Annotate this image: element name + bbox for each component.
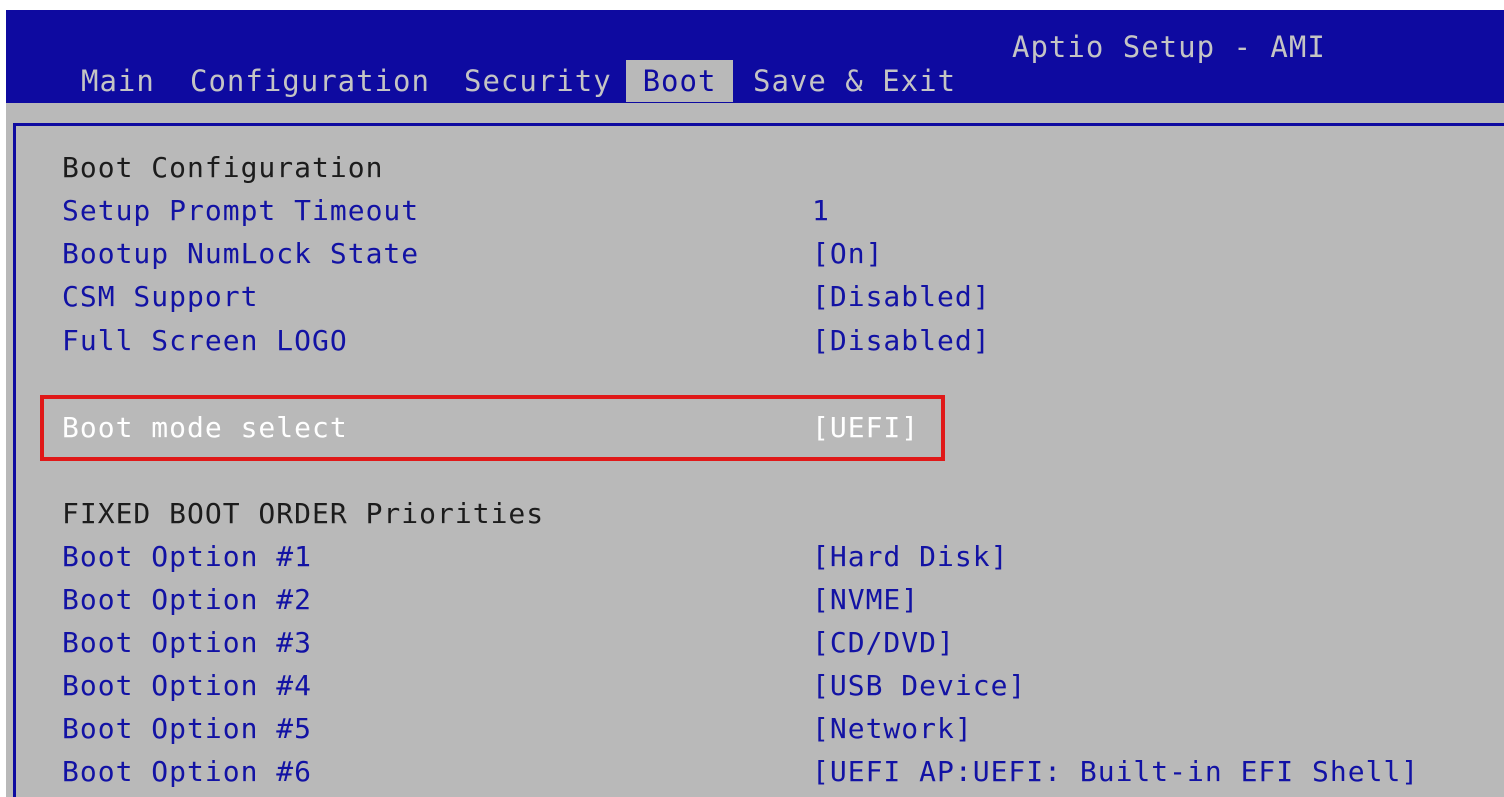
boot-option-1-item[interactable]: Boot Option #1 [Hard Disk] xyxy=(62,537,1462,577)
item-label: Boot Option #2 xyxy=(62,583,313,616)
item-label: CSM Support xyxy=(62,280,259,313)
item-label: Boot Option #4 xyxy=(62,669,313,702)
item-value: [Hard Disk] xyxy=(812,540,1009,573)
boot-option-5-item[interactable]: Boot Option #5 [Network] xyxy=(62,709,1462,749)
item-value: 1 xyxy=(812,194,830,227)
tab-save-exit[interactable]: Save & Exit xyxy=(753,60,956,102)
item-label: Boot Option #6 xyxy=(62,755,313,788)
item-label: Full Screen LOGO xyxy=(62,324,348,357)
tab-main[interactable]: Main xyxy=(81,60,155,102)
boot-option-2-item[interactable]: Boot Option #2 [NVME] xyxy=(62,580,1462,620)
item-value: [Disabled] xyxy=(812,280,991,313)
item-value: [Network] xyxy=(812,712,973,745)
item-label: Boot Option #1 xyxy=(62,540,313,573)
boot-configuration-heading: Boot Configuration xyxy=(62,148,1462,188)
fixed-boot-order-heading: FIXED BOOT ORDER Priorities xyxy=(62,494,1462,534)
app-title: Aptio Setup - AMI xyxy=(1012,30,1326,64)
tab-boot[interactable]: Boot xyxy=(626,60,733,102)
section-title: FIXED BOOT ORDER Priorities xyxy=(62,497,545,530)
section-title: Boot Configuration xyxy=(62,151,384,184)
item-value: [NVME] xyxy=(812,583,920,616)
tab-configuration[interactable]: Configuration xyxy=(190,60,430,102)
tab-security[interactable]: Security xyxy=(464,60,612,102)
csm-support-item[interactable]: CSM Support [Disabled] xyxy=(62,277,1462,317)
item-value: [USB Device] xyxy=(812,669,1027,702)
boot-option-6-item[interactable]: Boot Option #6 [UEFI AP:UEFI: Built-in E… xyxy=(62,752,1462,792)
item-label: Setup Prompt Timeout xyxy=(62,194,420,227)
item-label: Boot Option #3 xyxy=(62,626,313,659)
bootup-numlock-state-item[interactable]: Bootup NumLock State [On] xyxy=(62,234,1462,274)
item-value: [Disabled] xyxy=(812,324,991,357)
item-label: Bootup NumLock State xyxy=(62,237,420,270)
full-screen-logo-item[interactable]: Full Screen LOGO [Disabled] xyxy=(62,321,1462,361)
boot-option-3-item[interactable]: Boot Option #3 [CD/DVD] xyxy=(62,623,1462,663)
item-value: [On] xyxy=(812,237,884,270)
highlight-box xyxy=(40,395,945,461)
boot-option-4-item[interactable]: Boot Option #4 [USB Device] xyxy=(62,666,1462,706)
item-label: Boot Option #5 xyxy=(62,712,313,745)
setup-prompt-timeout-item[interactable]: Setup Prompt Timeout 1 xyxy=(62,191,1462,231)
top-strip xyxy=(0,0,1504,10)
item-value: [CD/DVD] xyxy=(812,626,955,659)
item-value: [UEFI AP:UEFI: Built-in EFI Shell] xyxy=(812,755,1420,788)
